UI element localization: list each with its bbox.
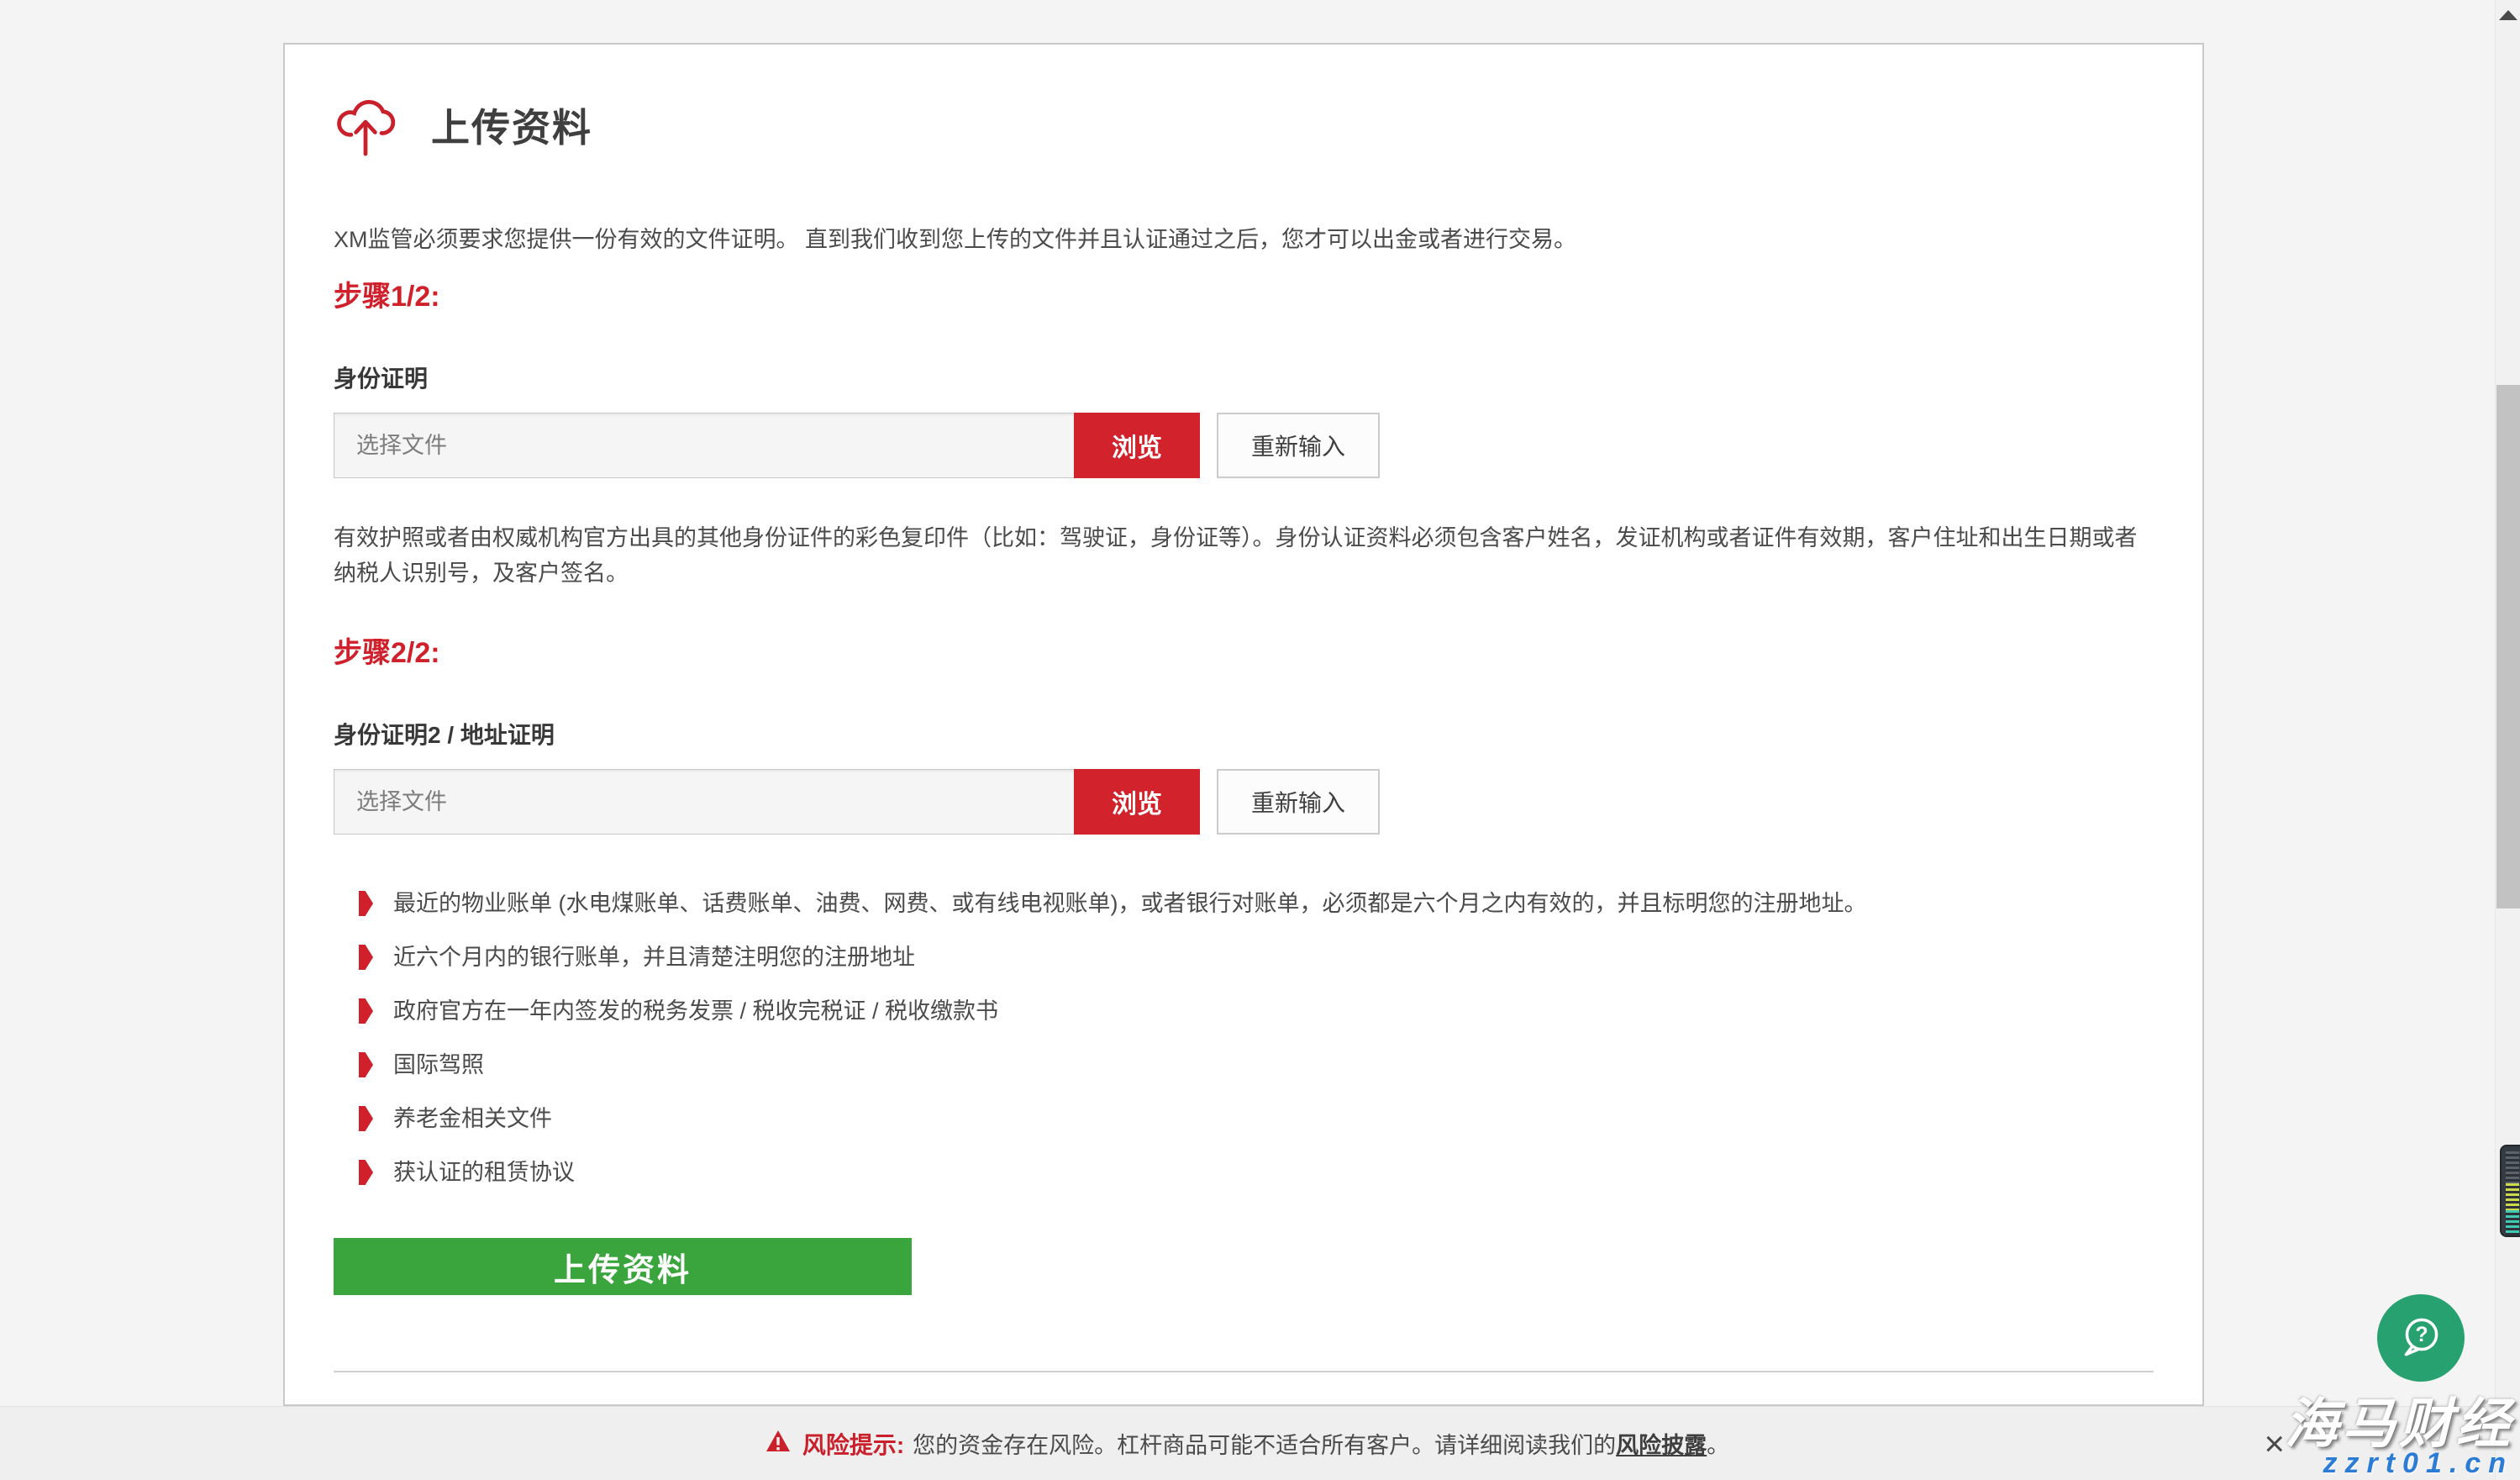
list-item: 政府官方在一年内签发的税务发票 / 税收完税证 / 税收缴款书 — [359, 994, 2154, 1028]
address-file-row: 浏览 重新输入 — [334, 769, 1380, 835]
list-item-text: 政府官方在一年内签发的税务发票 / 税收完税证 / 税收缴款书 — [393, 994, 998, 1028]
identity-reset-button[interactable]: 重新输入 — [1217, 413, 1380, 478]
cloud-upload-icon — [334, 90, 397, 161]
equalizer-teal-bars — [2506, 1210, 2519, 1235]
red-flag-bullet-icon — [359, 1106, 373, 1131]
scrollbar-thumb[interactable] — [2496, 385, 2520, 909]
list-item-text: 养老金相关文件 — [393, 1102, 552, 1135]
list-item-text: 近六个月内的银行账单，并且清楚注明您的注册地址 — [393, 940, 915, 974]
step-2-heading: 步骤2/2: — [334, 635, 2154, 672]
risk-disclosure-link[interactable]: 风险披露 — [1616, 1433, 1707, 1458]
list-item-text: 国际驾照 — [393, 1048, 484, 1082]
risk-warning-bar: 风险提示: 您的资金存在风险。杠杆商品可能不适合所有客户。请详细阅读我们的风险披… — [0, 1406, 2495, 1480]
step-1-heading: 步骤1/2: — [334, 278, 2154, 315]
equalizer-yellow-bars — [2506, 1183, 2519, 1210]
svg-text:?: ? — [2415, 1324, 2428, 1346]
upload-card: 上传资料 XM监管必须要求您提供一份有效的文件证明。 直到我们收到您上传的文件并… — [283, 43, 2204, 1406]
identity-proof-note: 有效护照或者由权威机构官方出具的其他身份证件的彩色复印件（比如：驾驶证，身份证等… — [334, 520, 2154, 591]
edge-equalizer-widget[interactable] — [2500, 1145, 2520, 1237]
accepted-documents-list: 最近的物业账单 (水电煤账单、话费账单、油费、网费、或有线电视账单)，或者银行对… — [359, 887, 2154, 1189]
risk-warning-label: 风险提示: — [802, 1427, 904, 1461]
help-chat-button[interactable]: ? — [2377, 1294, 2465, 1382]
list-item-text: 获认证的租赁协议 — [393, 1156, 575, 1189]
risk-warning-content: 风险提示: 您的资金存在风险。杠杆商品可能不适合所有客户。请详细阅读我们的风险披… — [765, 1427, 1729, 1461]
identity-file-row: 浏览 重新输入 — [334, 413, 1380, 478]
red-flag-bullet-icon — [359, 998, 373, 1024]
list-item: 获认证的租赁协议 — [359, 1156, 2154, 1189]
list-item: 近六个月内的银行账单，并且清楚注明您的注册地址 — [359, 940, 2154, 974]
intro-text: XM监管必须要求您提供一份有效的文件证明。 直到我们收到您上传的文件并且认证通过… — [334, 223, 2154, 256]
scroll-up-arrow[interactable] — [2499, 10, 2517, 20]
list-item-text: 最近的物业账单 (水电煤账单、话费账单、油费、网费、或有线电视账单)，或者银行对… — [393, 887, 1866, 920]
bottom-divider — [334, 1371, 2154, 1372]
warning-triangle-icon — [765, 1430, 791, 1458]
close-risk-bar-button[interactable]: × — [2264, 1426, 2285, 1462]
risk-warning-text: 您的资金存在风险。杠杆商品可能不适合所有客户。请详细阅读我们的风险披露。 — [913, 1427, 1729, 1460]
address-reset-button[interactable]: 重新输入 — [1217, 769, 1380, 835]
identity-file-input[interactable] — [334, 413, 1074, 478]
address-browse-button[interactable]: 浏览 — [1074, 769, 1200, 835]
page-header: 上传资料 — [334, 92, 2154, 159]
red-flag-bullet-icon — [359, 1160, 373, 1185]
identity-browse-button[interactable]: 浏览 — [1074, 413, 1200, 478]
address-file-input[interactable] — [334, 769, 1074, 835]
risk-text-suffix: 。 — [1707, 1433, 1729, 1458]
red-flag-bullet-icon — [359, 1052, 373, 1077]
identity-proof-label: 身份证明 — [334, 364, 2154, 394]
list-item: 养老金相关文件 — [359, 1102, 2154, 1135]
equalizer-grey-bars — [2506, 1151, 2519, 1183]
address-proof-label: 身份证明2 / 地址证明 — [334, 720, 2154, 751]
scrollbar-track[interactable] — [2495, 0, 2520, 1480]
list-item: 国际驾照 — [359, 1048, 2154, 1082]
list-item: 最近的物业账单 (水电煤账单、话费账单、油费、网费、或有线电视账单)，或者银行对… — [359, 887, 2154, 920]
question-bubble-icon: ? — [2395, 1311, 2447, 1366]
red-flag-bullet-icon — [359, 891, 373, 916]
upload-submit-button[interactable]: 上传资料 — [334, 1238, 912, 1295]
red-flag-bullet-icon — [359, 945, 373, 970]
page-title: 上传资料 — [431, 97, 592, 153]
